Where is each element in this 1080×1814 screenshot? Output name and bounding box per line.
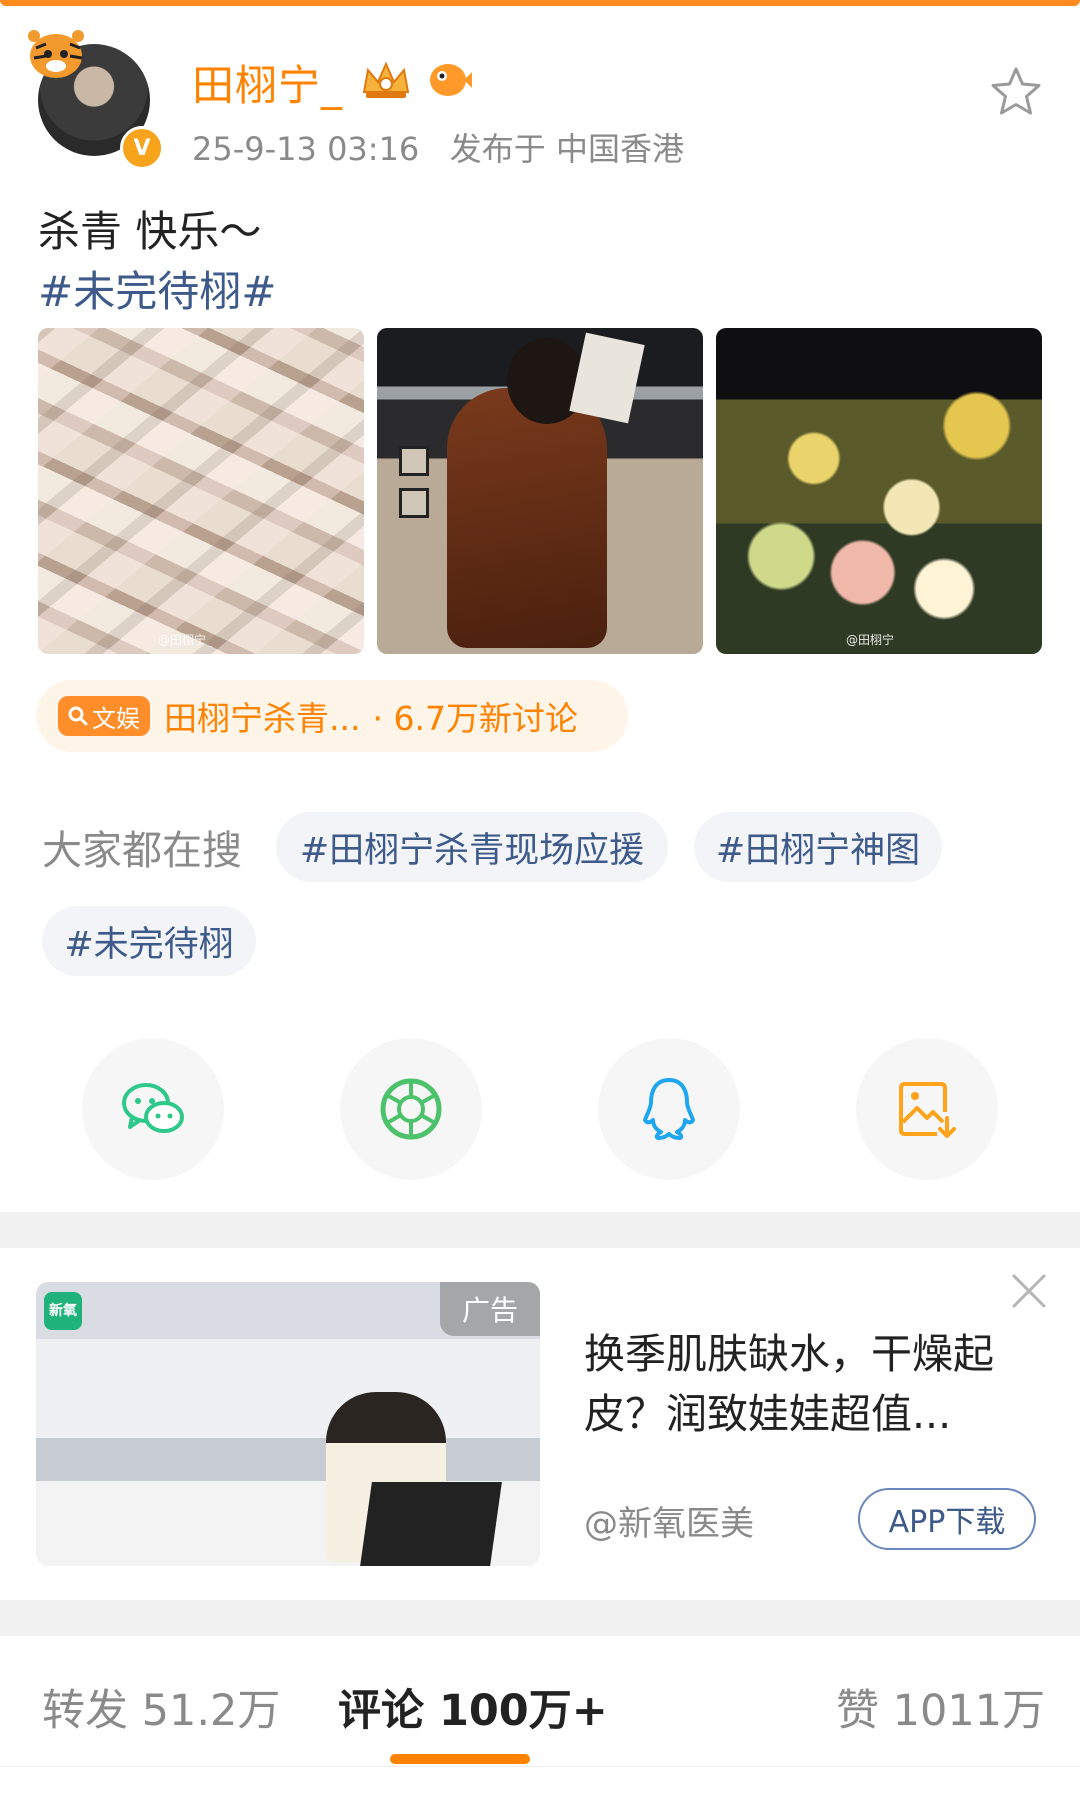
share-moments-button[interactable] [340,1038,482,1180]
topic-pill[interactable]: 文娱 田栩宁杀青... · 6.7万新讨论 [36,680,628,752]
window-shape [399,446,429,476]
share-wechat-button[interactable] [82,1038,224,1180]
topic-title: 田栩宁杀青... [164,699,361,738]
tiger-frame-icon [28,30,84,78]
app-download-button[interactable]: APP下载 [858,1488,1036,1550]
topic-count: · 6.7万新讨论 [372,699,578,738]
active-tab-indicator [390,1754,530,1764]
post-photo-1[interactable]: @田栩宁_ [38,328,364,654]
search-icon [68,706,88,726]
moments-icon [380,1078,442,1140]
tabs-border [0,1766,1080,1767]
close-icon[interactable] [1010,1272,1048,1310]
post-photo-3[interactable]: @田栩宁 [716,328,1042,654]
fish-badge-icon[interactable] [424,56,472,102]
favorite-star-icon[interactable] [990,66,1042,116]
ad-tag: 广告 [440,1282,540,1336]
ad-brand-logo: 新氧 [44,1292,82,1330]
ad-card[interactable]: 新氧 广告 换季肌肤缺水，干燥起皮？润致娃娃超值... @新氧医美 APP下载 [0,1248,1080,1600]
post-card: V 田栩宁_ 25-9-13 03:16 发布于 中国香港 杀青 快乐～ #未完… [0,6,1080,1210]
wechat-icon [122,1083,184,1133]
topic-badge: 文娱 [58,696,150,736]
avatar[interactable]: V [26,26,164,170]
search-chip[interactable]: #田栩宁神图 [694,812,942,882]
section-divider [0,1600,1080,1636]
person-shape [447,388,607,648]
verified-badge-icon: V [120,126,164,170]
ad-source[interactable]: @新氧医美 [584,1496,754,1545]
post-text: 杀青 快乐～ [38,207,262,256]
qq-icon [643,1078,695,1140]
post-meta: 25-9-13 03:16 发布于 中国香港 [192,124,684,170]
share-qq-button[interactable] [598,1038,740,1180]
laptop-shape [360,1482,502,1566]
username[interactable]: 田栩宁_ [192,52,343,113]
save-image-icon [899,1082,956,1138]
post-location: 发布于 中国香港 [449,130,684,168]
tab-comment[interactable]: 评论 100万+ [338,1676,608,1738]
ad-image[interactable]: 新氧 广告 [36,1282,540,1566]
topic-badge-label: 文娱 [92,704,140,733]
ad-title[interactable]: 换季肌肤缺水，干燥起皮？润致娃娃超值... [584,1324,1034,1444]
photo-watermark: @田栩宁_ [158,633,213,647]
tab-like[interactable]: 赞 1011万 [836,1676,1045,1738]
paper-shape [569,332,645,424]
post-photo-2[interactable] [377,328,703,654]
photo-watermark: @田栩宁 [846,633,895,647]
search-chip[interactable]: #田栩宁杀青现场应援 [276,812,668,882]
section-divider [0,1212,1080,1248]
window-shape [399,488,429,518]
post-hashtag-link[interactable]: #未完待栩# [38,262,276,322]
post-timestamp: 25-9-13 03:16 [192,130,420,168]
search-label: 大家都在搜 [42,828,242,874]
interaction-tabs: 转发 51.2万 评论 100万+ 赞 1011万 [0,1636,1080,1814]
person-shape [204,1322,300,1552]
share-save-image-button[interactable] [856,1038,998,1180]
crown-badge-icon[interactable] [358,58,414,102]
search-chip[interactable]: #未完待栩 [42,906,256,976]
tab-repost[interactable]: 转发 51.2万 [42,1676,280,1738]
